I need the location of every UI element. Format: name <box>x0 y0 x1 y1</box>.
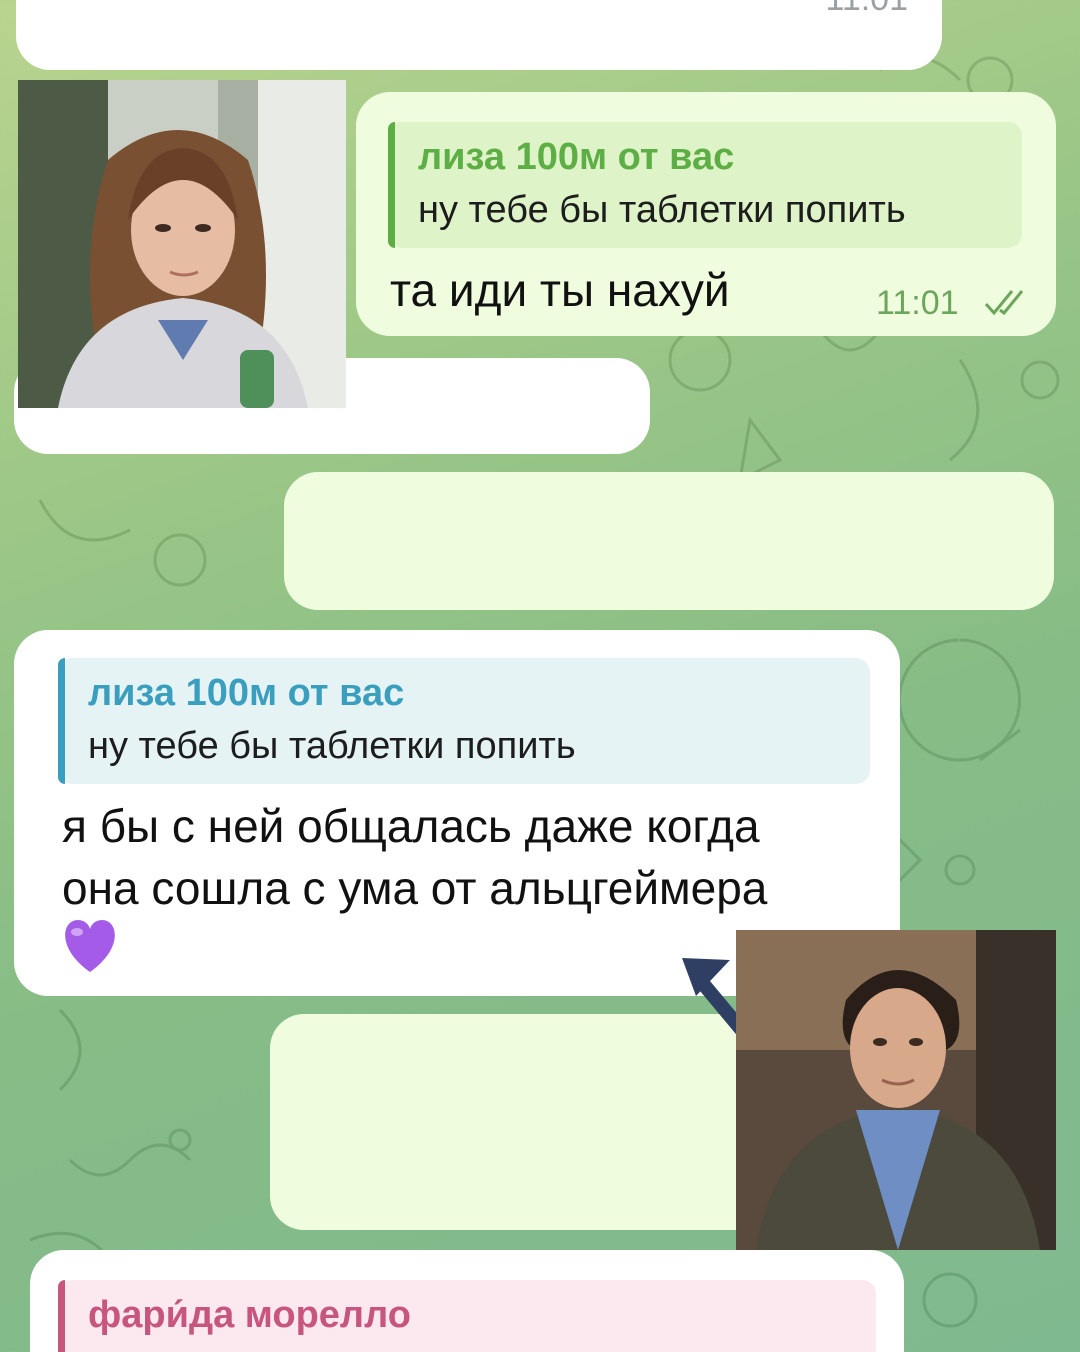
message-text: та иди ты нахуй <box>390 264 730 316</box>
purple-heart-icon <box>60 918 120 979</box>
reply-quote[interactable]: лиза 100м от вас ну тебе бы таблетки поп… <box>388 122 1022 248</box>
double-check-icon <box>984 288 1030 323</box>
message-text-line-2: она сошла с ума от альцгеймера <box>62 862 768 914</box>
reply-accent-bar <box>58 1280 65 1352</box>
man-photo <box>736 930 1056 1250</box>
message-time: 11:01 <box>825 0 908 19</box>
reply-quoted-text: ну тебе бы таблетки попить <box>88 725 576 767</box>
message-time: 11:01 <box>876 284 959 322</box>
outgoing-message-bubble[interactable] <box>284 472 1054 610</box>
reply-sender-name: фари́да морелло <box>88 1294 411 1336</box>
reply-accent-bar <box>58 658 65 784</box>
reply-quoted-text: ну тебе бы таблетки попить <box>418 189 906 231</box>
reply-quote[interactable]: лиза 100м от вас ну тебе бы таблетки поп… <box>58 658 870 784</box>
message-text-line-1: я бы с ней общалась даже когда <box>62 800 760 852</box>
reply-sender-name: лиза 100м от вас <box>88 672 405 714</box>
reply-accent-bar <box>388 122 395 248</box>
outgoing-message-bubble[interactable]: лиза 100м от вас ну тебе бы таблетки поп… <box>356 92 1056 336</box>
reply-quote[interactable]: фари́да морелло <box>58 1280 876 1352</box>
incoming-message-bubble[interactable]: фари́да морелло <box>30 1250 904 1352</box>
incoming-message-bubble[interactable]: 11:01 <box>16 0 942 70</box>
reply-sender-name: лиза 100м от вас <box>418 136 735 178</box>
woman-photo <box>18 80 346 408</box>
